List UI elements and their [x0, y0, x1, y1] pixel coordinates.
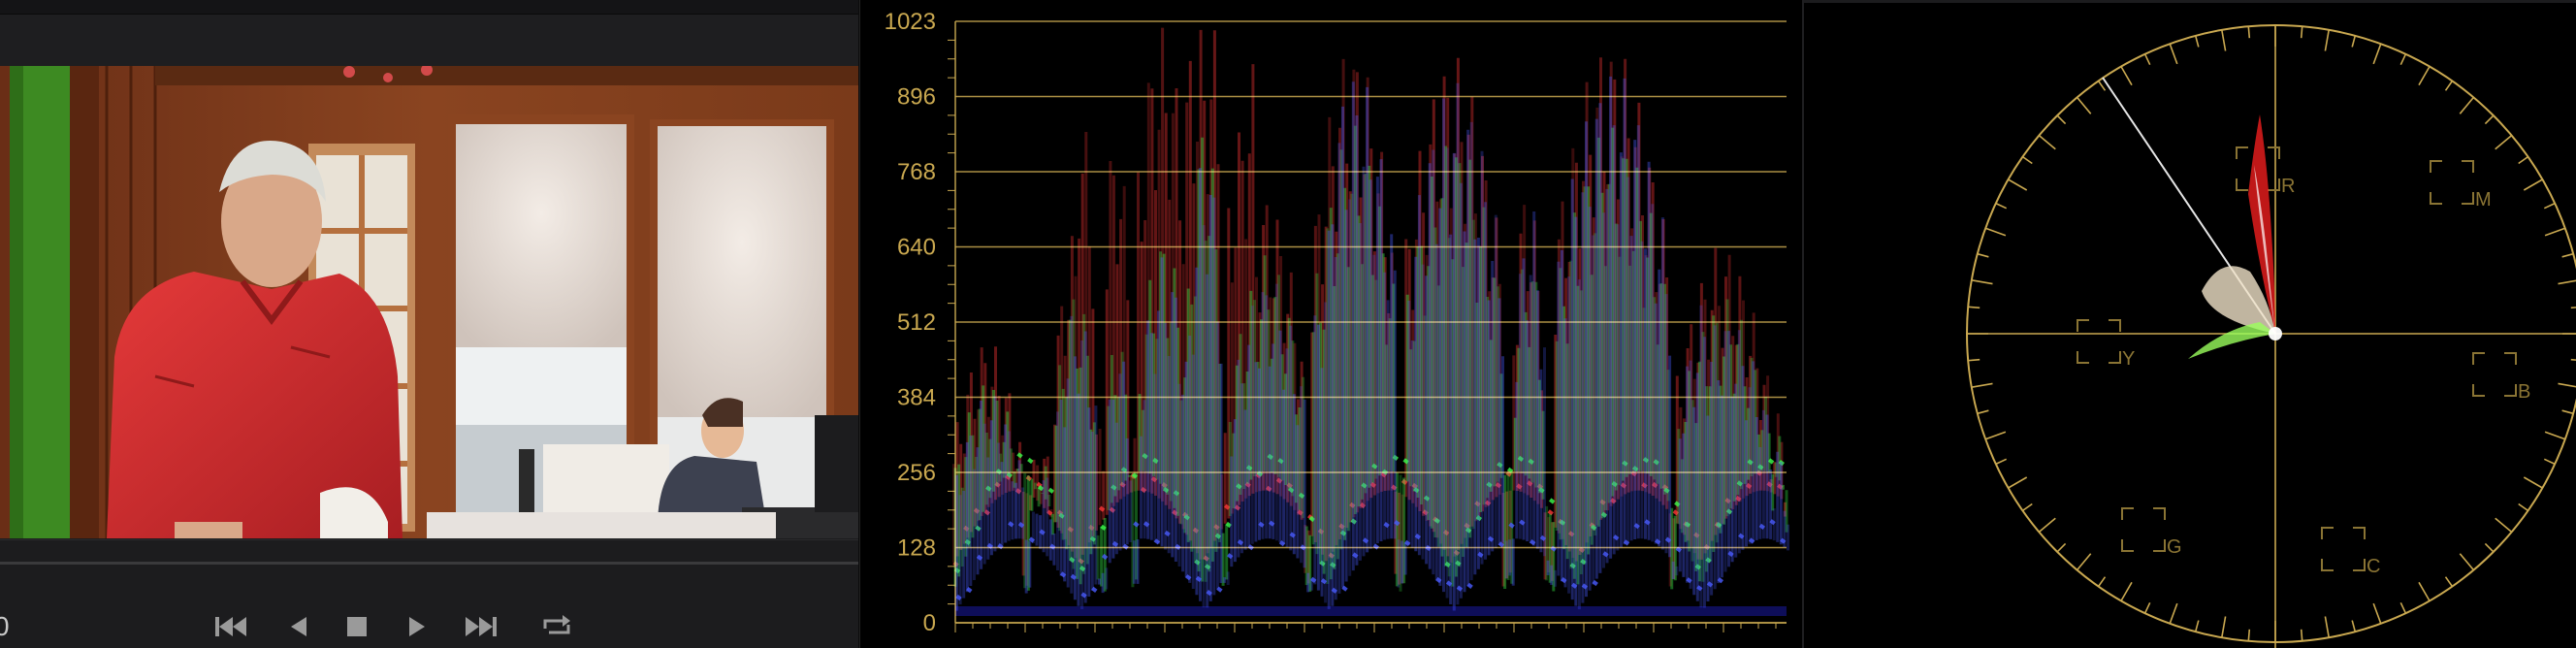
waveform-scale-label: 0 [923, 610, 936, 636]
transport-bar: 0 [0, 565, 858, 648]
vectorscope-trace [2188, 114, 2282, 359]
stop-icon[interactable] [336, 607, 378, 646]
waveform-trace [952, 27, 1789, 616]
viewer-info-bar [0, 15, 858, 67]
timeline-scrubber[interactable] [0, 539, 858, 565]
waveform-scale-label: 768 [897, 159, 936, 185]
vectorscope-panel: R M Y B G C [1804, 0, 2576, 648]
vectorscope-targets: R M Y B G C [2077, 146, 2530, 577]
svg-text:M: M [2475, 189, 2492, 211]
waveform-scale-labels: 1023 896 768 640 512 384 256 128 0 [885, 9, 936, 636]
viewer-panel: 0 [0, 0, 858, 648]
svg-text:G: G [2167, 536, 2182, 558]
loop-icon[interactable] [535, 607, 578, 646]
play-icon[interactable] [396, 607, 438, 646]
vectorscope-target-c: C [2321, 527, 2380, 577]
waveform-scope-panel: 1023 896 768 640 512 384 256 128 0 [859, 0, 1803, 648]
waveform-scale-label: 640 [897, 235, 936, 261]
waveform-scale-label: 256 [897, 460, 936, 486]
svg-text:Y: Y [2122, 348, 2135, 370]
waveform-scale-label: 128 [897, 535, 936, 562]
viewer-top-bar [0, 0, 858, 15]
vectorscope-target-y: Y [2077, 319, 2135, 370]
vectorscope-target-b: B [2472, 352, 2530, 403]
waveform-scope: 1023 896 768 640 512 384 256 128 0 [885, 9, 1789, 636]
timecode-fragment: 0 [0, 611, 10, 641]
waveform-scale-label: 896 [897, 84, 936, 111]
skip-forward-icon[interactable] [460, 607, 502, 646]
svg-text:C: C [2367, 556, 2380, 577]
vectorscope: R M Y B G C [1966, 24, 2576, 648]
svg-text:R: R [2281, 176, 2295, 197]
vectorscope-target-g: G [2121, 507, 2182, 558]
svg-text:B: B [2518, 381, 2530, 403]
play-reverse-icon[interactable] [277, 607, 320, 646]
vectorscope-target-m: M [2430, 160, 2492, 211]
waveform-scale-label: 1023 [885, 9, 936, 35]
viewer-frame[interactable] [0, 66, 858, 538]
skip-back-icon[interactable] [209, 607, 252, 646]
waveform-scale-label: 512 [897, 309, 936, 336]
video-frame-image [0, 66, 858, 538]
waveform-scale-label: 384 [897, 385, 936, 411]
